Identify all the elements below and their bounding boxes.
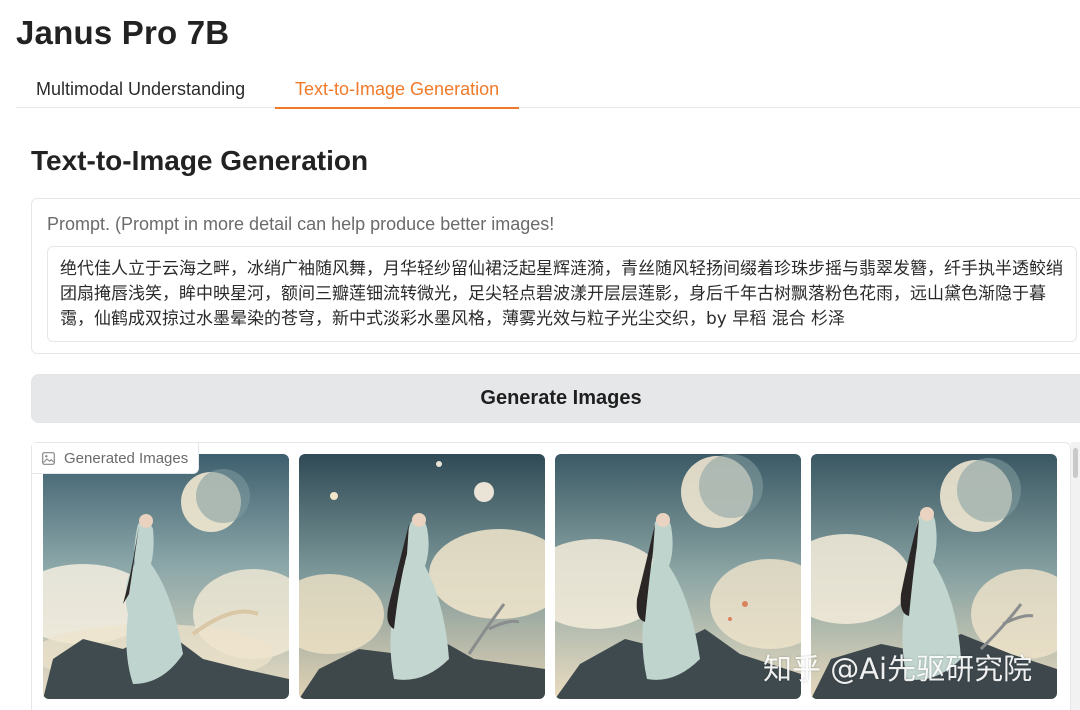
app-title: Janus Pro 7B [16,14,230,51]
generated-image-1[interactable] [43,454,289,699]
generated-image-2[interactable] [299,454,545,699]
gallery-label-text: Generated Images [64,449,189,467]
prompt-container: Prompt. (Prompt in more detail can help … [31,198,1080,354]
generate-images-button[interactable]: Generate Images [31,374,1080,423]
prompt-label: Prompt. (Prompt in more detail can help … [47,214,555,234]
tab-multimodal-understanding[interactable]: Multimodal Understanding [16,70,265,108]
watermark: 知乎 @Ai先驱研究院 [763,652,1033,686]
image-icon [42,451,55,465]
tab-bar: Multimodal Understanding Text-to-Image G… [16,70,1080,109]
prompt-textarea[interactable]: 绝代佳人立于云海之畔，冰绡广袖随风舞，月华轻纱留仙裙泛起星辉涟漪，青丝随风轻扬间… [47,246,1077,342]
page-scrollbar[interactable] [1071,442,1080,710]
gallery-label: Generated Images [32,443,200,474]
section-title: Text-to-Image Generation [31,145,369,176]
generate-images-label: Generate Images [480,387,642,409]
tab-text-to-image-generation[interactable]: Text-to-Image Generation [275,70,520,109]
